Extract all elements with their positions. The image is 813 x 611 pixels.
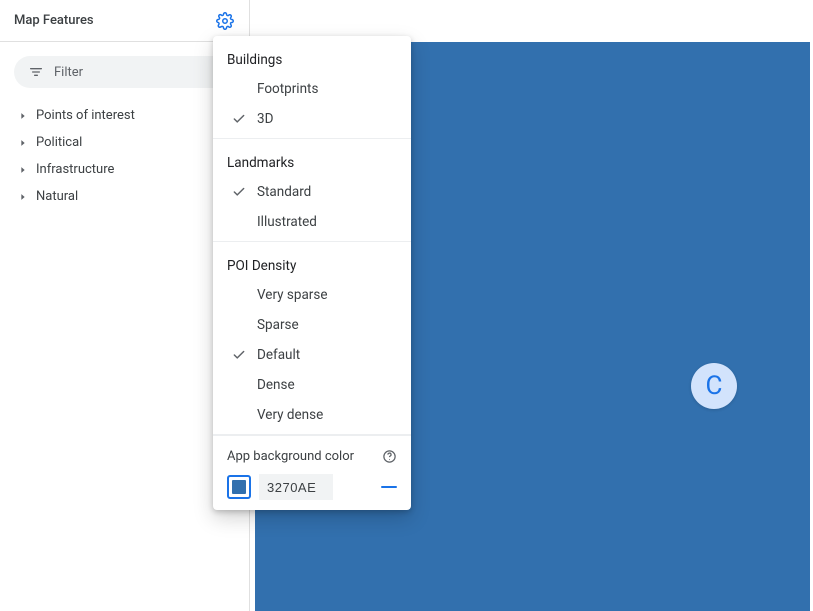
dropdown-option-label: Sparse xyxy=(257,317,299,333)
check-icon xyxy=(231,347,247,363)
check-icon xyxy=(231,184,247,200)
check-icon xyxy=(231,317,247,333)
dropdown-option-standard[interactable]: Standard xyxy=(213,177,411,207)
dropdown-section-landmarks: Landmarks Standard Illustrated xyxy=(213,139,411,242)
dropdown-heading: Buildings xyxy=(213,36,411,74)
dropdown-bg-color-section: App background color xyxy=(213,435,411,500)
filter-label: Filter xyxy=(54,65,83,80)
chevron-right-icon xyxy=(18,192,28,202)
chevron-right-icon xyxy=(18,165,28,175)
chevron-right-icon xyxy=(18,138,28,148)
user-badge[interactable]: C xyxy=(691,363,737,409)
dropdown-option-default[interactable]: Default xyxy=(213,340,411,370)
sidebar-item-label: Political xyxy=(36,135,82,150)
dropdown-option-very-sparse[interactable]: Very sparse xyxy=(213,280,411,310)
dropdown-option-label: Default xyxy=(257,347,300,363)
dropdown-option-label: Very dense xyxy=(257,407,323,423)
sidebar-title: Map Features xyxy=(14,13,94,28)
user-badge-letter: C xyxy=(706,371,723,401)
feature-list: Points of interest Political Infrastruct… xyxy=(0,100,249,210)
dropdown-section-buildings: Buildings Footprints 3D xyxy=(213,36,411,139)
sidebar-item-label: Natural xyxy=(36,189,78,204)
check-icon xyxy=(231,81,247,97)
dropdown-heading: POI Density xyxy=(213,242,411,280)
gear-icon[interactable] xyxy=(215,11,235,31)
dropdown-option-label: Standard xyxy=(257,184,311,200)
dropdown-option-label: Footprints xyxy=(257,81,318,97)
reset-color-button[interactable] xyxy=(381,486,397,488)
dropdown-option-illustrated[interactable]: Illustrated xyxy=(213,207,411,237)
color-swatch[interactable] xyxy=(227,475,251,499)
dropdown-option-very-dense[interactable]: Very dense xyxy=(213,400,411,430)
dropdown-option-3d[interactable]: 3D xyxy=(213,104,411,134)
check-icon xyxy=(231,377,247,393)
settings-dropdown: Buildings Footprints 3D Landmarks Standa… xyxy=(213,36,411,510)
filter-input[interactable]: Filter xyxy=(14,56,235,88)
check-icon xyxy=(231,287,247,303)
dropdown-option-label: Illustrated xyxy=(257,214,317,230)
check-icon xyxy=(231,407,247,423)
dropdown-option-label: Very sparse xyxy=(257,287,328,303)
check-icon xyxy=(231,111,247,127)
sidebar-header: Map Features xyxy=(0,0,249,42)
help-icon[interactable] xyxy=(381,448,397,464)
hex-input[interactable] xyxy=(259,474,333,500)
color-swatch-inner xyxy=(232,480,246,494)
dropdown-option-footprints[interactable]: Footprints xyxy=(213,74,411,104)
dropdown-option-dense[interactable]: Dense xyxy=(213,370,411,400)
sidebar-item-label: Infrastructure xyxy=(36,162,114,177)
dropdown-option-sparse[interactable]: Sparse xyxy=(213,310,411,340)
dropdown-section-poi-density: POI Density Very sparse Sparse Default D… xyxy=(213,242,411,435)
dropdown-option-label: Dense xyxy=(257,377,295,393)
dropdown-option-label: 3D xyxy=(257,111,273,127)
sidebar-item-label: Points of interest xyxy=(36,108,135,123)
chevron-right-icon xyxy=(18,111,28,121)
check-icon xyxy=(231,214,247,230)
filter-icon xyxy=(28,64,44,80)
dropdown-heading: Landmarks xyxy=(213,139,411,177)
bg-color-label: App background color xyxy=(227,449,354,464)
